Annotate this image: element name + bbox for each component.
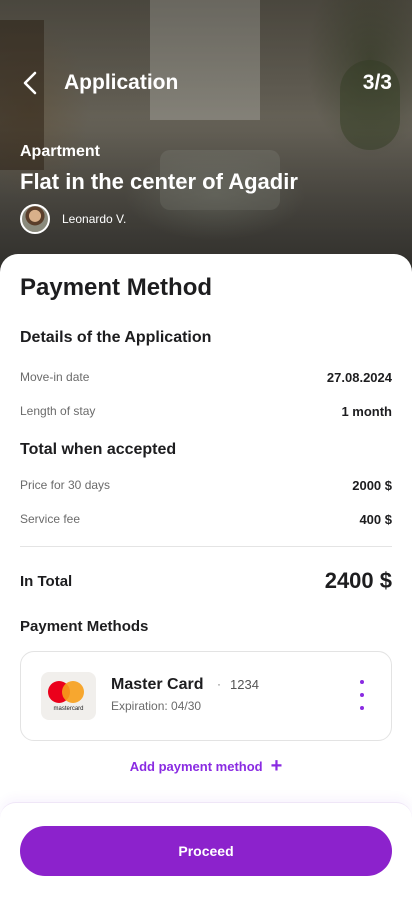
more-dot xyxy=(360,693,364,697)
listing-hero: Application 3/3 Apartment Flat in the ce… xyxy=(0,0,412,290)
card-separator: · xyxy=(217,677,221,691)
host-name: Leonardo V. xyxy=(62,212,127,226)
host-info[interactable]: Leonardo V. xyxy=(20,204,126,234)
card-name: Master Card xyxy=(111,676,204,693)
back-arrow-icon xyxy=(23,71,37,95)
more-dot xyxy=(360,706,364,710)
mastercard-orange-circle xyxy=(62,681,84,703)
details-title: Details of the Application xyxy=(20,329,212,346)
listing-title: Flat in the center of Agadir xyxy=(20,169,298,194)
move-in-date-row: Move-in date 27.08.2024 xyxy=(20,367,392,387)
total-title: Total when accepted xyxy=(20,441,177,458)
listing-category: Apartment xyxy=(20,143,101,160)
mastercard-wordmark: mastercard xyxy=(53,706,84,712)
bottom-action-bar: Proceed xyxy=(0,802,412,917)
total-value: 2400 $ xyxy=(324,568,392,593)
move-in-date-label: Move-in date xyxy=(20,370,90,384)
total-row: In Total 2400 $ xyxy=(20,566,392,596)
payment-method-title: Payment Method xyxy=(20,274,213,301)
add-payment-method-label: Add payment method xyxy=(129,758,263,774)
back-button[interactable] xyxy=(16,68,46,98)
step-indicator: 3/3 xyxy=(362,71,392,94)
total-label: In Total xyxy=(20,572,73,590)
add-payment-method-link[interactable]: Add payment method + xyxy=(0,755,412,777)
mastercard-logo: mastercard xyxy=(41,672,96,720)
length-of-stay-row: Length of stay 1 month xyxy=(20,401,392,421)
plus-icon: + xyxy=(270,755,283,777)
service-fee-value: 400 $ xyxy=(359,511,392,527)
more-vertical-icon[interactable] xyxy=(353,680,371,710)
length-of-stay-value: 1 month xyxy=(341,403,392,419)
price-value: 2000 $ xyxy=(352,477,392,493)
service-fee-label: Service fee xyxy=(20,512,81,526)
card-expiration: Expiration: 04/30 xyxy=(111,699,202,713)
price-label: Price for 30 days xyxy=(20,478,111,492)
proceed-button[interactable]: Proceed xyxy=(20,826,392,876)
length-of-stay-label: Length of stay xyxy=(20,404,96,418)
top-bar: Application 3/3 xyxy=(0,62,412,104)
payment-methods-title: Payment Methods xyxy=(20,618,149,635)
price-row: Price for 30 days 2000 $ xyxy=(20,475,392,495)
payment-card[interactable]: mastercard Master Card · 1234 Expiration… xyxy=(20,651,392,741)
more-dot xyxy=(360,680,364,684)
card-last-digits: 1234 xyxy=(230,677,259,692)
payment-sheet: Payment Method Details of the Applicatio… xyxy=(0,254,412,917)
service-fee-row: Service fee 400 $ xyxy=(20,509,392,529)
move-in-date-value: 27.08.2024 xyxy=(326,369,392,385)
divider xyxy=(20,546,392,547)
avatar xyxy=(20,204,50,234)
page-title: Application xyxy=(64,71,179,94)
